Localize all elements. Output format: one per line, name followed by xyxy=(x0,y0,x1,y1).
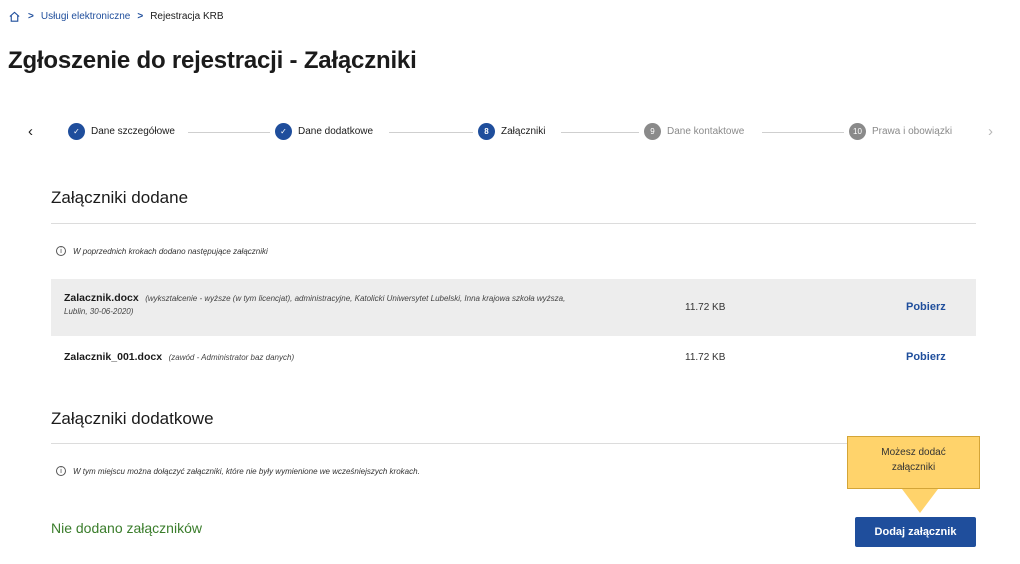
step-connector xyxy=(561,132,639,133)
step-dane-szczegolowe[interactable]: ✓ Dane szczegółowe xyxy=(68,123,175,140)
file-description: Zalacznik_001.docx (zawód - Administrato… xyxy=(64,351,584,364)
file-meta: (zawód - Administrator baz danych) xyxy=(168,353,295,362)
step-connector xyxy=(389,132,473,133)
stepper-next-arrow-icon[interactable]: › xyxy=(988,123,993,140)
info-note: i W tym miejscu można dołączyć załącznik… xyxy=(56,466,420,476)
file-size: 11.72 KB xyxy=(685,302,726,313)
file-description: Zalacznik.docx (wykształcenie - wyższe (… xyxy=(64,292,584,318)
step-number: 10 xyxy=(849,123,866,140)
pencil-icon: ✓ xyxy=(68,123,85,140)
divider xyxy=(51,223,976,224)
empty-state-text: Nie dodano załączników xyxy=(51,520,202,536)
step-connector xyxy=(188,132,270,133)
breadcrumb: > Usługi elektroniczne > Rejestracja KRB xyxy=(8,10,224,23)
file-row: Zalacznik_001.docx (zawód - Administrato… xyxy=(51,342,976,376)
info-note: i W poprzednich krokach dodano następują… xyxy=(56,246,268,256)
file-size: 11.72 KB xyxy=(685,352,726,363)
file-row: Zalacznik.docx (wykształcenie - wyższe (… xyxy=(51,279,976,336)
step-label: Prawa i obowiązki xyxy=(872,126,953,137)
step-number: 8 xyxy=(478,123,495,140)
pencil-icon: ✓ xyxy=(275,123,292,140)
added-section-title: Załączniki dodane xyxy=(51,188,189,207)
stepper-prev-arrow-icon[interactable]: ‹ xyxy=(28,123,33,140)
chevron-right-icon: > xyxy=(28,11,34,22)
divider xyxy=(51,443,976,444)
step-label: Dane szczegółowe xyxy=(91,126,175,137)
step-dane-kontaktowe[interactable]: 9 Dane kontaktowe xyxy=(644,123,744,140)
step-label: Dane dodatkowe xyxy=(298,126,374,137)
file-meta: (wykształcenie - wyższe (w tym licencjat… xyxy=(64,294,566,316)
additional-section-title: Załączniki dodatkowe xyxy=(51,409,214,428)
hint-line-1: Możesz dodać xyxy=(881,447,946,458)
step-label: Dane kontaktowe xyxy=(667,126,745,137)
info-text: W tym miejscu można dołączyć załączniki,… xyxy=(73,466,420,476)
file-name: Zalacznik_001.docx xyxy=(64,351,163,363)
step-zalaczniki[interactable]: 8 Załączniki xyxy=(478,123,545,140)
breadcrumb-current: Rejestracja KRB xyxy=(150,11,224,22)
step-prawa-i-obowiazki[interactable]: 10 Prawa i obowiązki xyxy=(849,123,952,140)
step-label: Załączniki xyxy=(501,126,546,137)
step-dane-dodatkowe[interactable]: ✓ Dane dodatkowe xyxy=(275,123,373,140)
breadcrumb-link-uslugi[interactable]: Usługi elektroniczne xyxy=(41,11,131,22)
page-title: Zgłoszenie do rejestracji - Załączniki xyxy=(8,47,417,74)
download-link[interactable]: Pobierz xyxy=(906,301,946,313)
step-connector xyxy=(762,132,844,133)
add-attachment-button[interactable]: Dodaj załącznik xyxy=(855,517,976,547)
chevron-right-icon: > xyxy=(137,11,144,22)
home-icon[interactable] xyxy=(8,10,21,23)
info-icon: i xyxy=(56,246,66,256)
hint-arrow-icon xyxy=(902,489,938,513)
step-number: 9 xyxy=(644,123,661,140)
info-icon: i xyxy=(56,466,66,476)
file-name: Zalacznik.docx xyxy=(64,292,139,304)
stepper: ‹ ✓ Dane szczegółowe ✓ Dane dodatkowe 8 … xyxy=(28,121,1010,143)
info-text: W poprzednich krokach dodano następujące… xyxy=(73,246,268,256)
hint-line-2: załączniki xyxy=(891,462,936,473)
hint-callout: Możesz dodać załączniki xyxy=(847,436,980,489)
download-link[interactable]: Pobierz xyxy=(906,351,946,363)
